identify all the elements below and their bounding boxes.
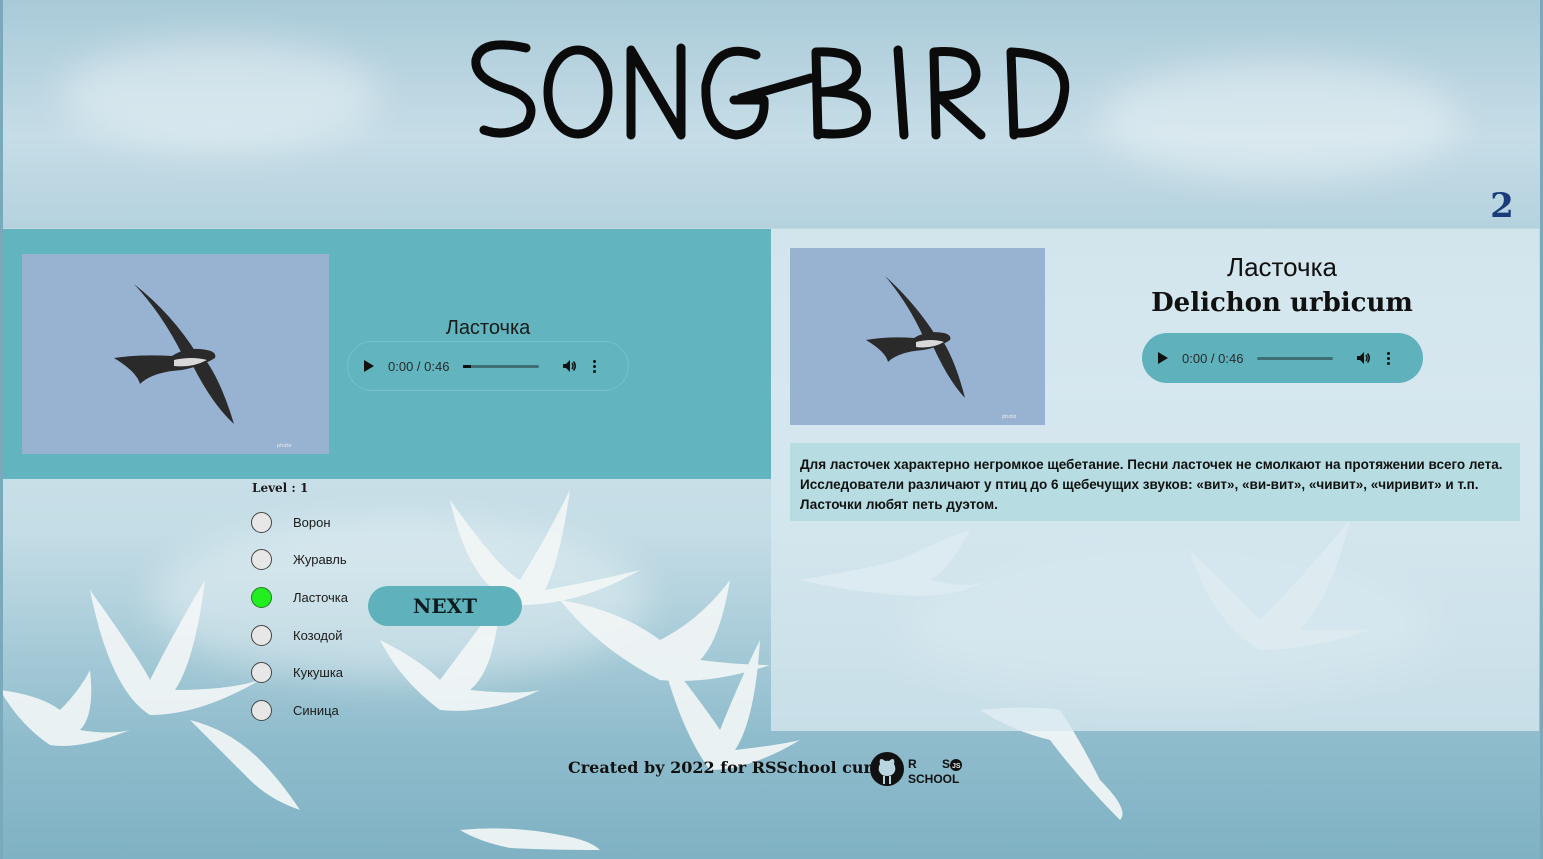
- answer-indicator-correct[interactable]: [251, 586, 272, 608]
- svg-text:S: S: [942, 757, 950, 771]
- footer: [3, 731, 1540, 859]
- github-icon[interactable]: [868, 750, 906, 788]
- answer-label: Козодой: [293, 627, 343, 643]
- answer-option[interactable]: Журавль: [251, 546, 347, 572]
- svg-text:photo: photo: [277, 443, 291, 449]
- bird-description: Для ласточек характерно негромкое щебета…: [790, 443, 1520, 521]
- answer-option[interactable]: Козодой: [251, 622, 343, 648]
- next-button[interactable]: NEXT: [368, 586, 522, 626]
- play-icon[interactable]: [364, 360, 374, 372]
- play-icon[interactable]: [1158, 352, 1168, 364]
- svg-text:JS: JS: [952, 763, 961, 770]
- rs-school-logo[interactable]: R S JS SCHOOL: [906, 754, 974, 786]
- footer-credits: Created by 2022 for RSSchool curses: [568, 758, 901, 777]
- info-bird-name: Ласточка: [1227, 252, 1337, 282]
- svg-text:R: R: [908, 757, 917, 771]
- answer-option[interactable]: Кукушка: [251, 659, 343, 685]
- info-bird-latin-name: Delichon urbicum: [1151, 288, 1413, 318]
- question-bird-name: Ласточка: [445, 317, 531, 339]
- songbird-logo: [471, 40, 1070, 140]
- svg-text:photo: photo: [1002, 414, 1016, 420]
- answer-indicator[interactable]: [251, 624, 272, 646]
- level-label: Level : 1: [252, 481, 309, 495]
- answer-indicator[interactable]: [251, 661, 272, 683]
- question-audio-player[interactable]: 0:00 / 0:46: [347, 341, 629, 391]
- answer-option[interactable]: Ворон: [251, 509, 331, 535]
- answer-option[interactable]: Синица: [251, 697, 339, 723]
- audio-time: 0:00 / 0:46: [1182, 350, 1244, 366]
- swallow-illustration: photo: [22, 254, 329, 454]
- answer-indicator[interactable]: [251, 511, 272, 533]
- answer-indicator[interactable]: [251, 548, 272, 570]
- cloud-decoration: [60, 40, 380, 150]
- info-bird-image: photo: [790, 248, 1045, 425]
- audio-time: 0:00 / 0:46: [388, 358, 450, 374]
- answer-option[interactable]: Ласточка: [251, 584, 348, 610]
- answer-label: Синица: [293, 702, 339, 718]
- answer-label: Кукушка: [293, 664, 344, 680]
- volume-icon[interactable]: [1355, 350, 1371, 366]
- audio-progress-slider[interactable]: [1257, 356, 1334, 360]
- score-counter: 2: [1490, 186, 1514, 226]
- answer-label: Ворон: [293, 514, 331, 530]
- cloud-decoration: [1100, 60, 1460, 180]
- svg-text:SCHOOL: SCHOOL: [908, 772, 959, 786]
- volume-icon[interactable]: [561, 358, 577, 374]
- answer-label: Ласточка: [293, 589, 348, 605]
- page-edge: [0, 0, 3, 859]
- answer-indicator[interactable]: [251, 699, 272, 721]
- audio-progress-slider[interactable]: [463, 364, 540, 368]
- more-options-icon[interactable]: [593, 359, 597, 373]
- swallow-illustration: photo: [790, 248, 1045, 425]
- more-options-icon[interactable]: [1387, 351, 1391, 365]
- question-bird-image: photo: [22, 254, 329, 454]
- answer-label: Журавль: [293, 551, 347, 567]
- info-audio-player[interactable]: 0:00 / 0:46: [1142, 333, 1423, 383]
